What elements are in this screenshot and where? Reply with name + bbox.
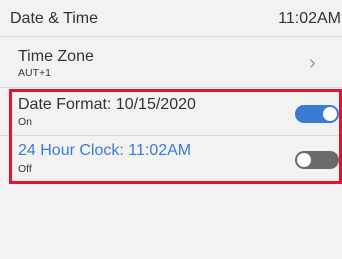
- date-format-toggle[interactable]: [295, 105, 339, 123]
- header-bar: Date & Time 11:02AM: [0, 0, 342, 37]
- chevron-right-icon: ›: [309, 52, 316, 74]
- 24-hour-clock-row[interactable]: 24 Hour Clock: 11:02AM Off: [0, 136, 342, 181]
- toggle-knob: [323, 107, 337, 121]
- time-zone-label: Time Zone: [18, 48, 94, 65]
- date-format-status: On: [18, 116, 33, 128]
- date-format-label: Date Format: 10/15/2020: [18, 96, 196, 113]
- date-time-screen: Date & Time 11:02AM Time Zone AUT+1 › Da…: [0, 0, 342, 259]
- time-zone-value: AUT+1: [18, 67, 51, 79]
- date-format-row[interactable]: Date Format: 10/15/2020 On: [0, 91, 342, 136]
- 24-hour-clock-label: 24 Hour Clock: 11:02AM: [18, 142, 192, 159]
- 24-hour-clock-toggle[interactable]: [295, 151, 339, 169]
- toggle-knob: [297, 153, 311, 167]
- 24-hour-clock-status: Off: [18, 163, 32, 175]
- page-title: Date & Time: [10, 10, 99, 27]
- clock-time: 11:02AM: [278, 10, 341, 27]
- time-zone-row[interactable]: Time Zone AUT+1 ›: [0, 37, 342, 88]
